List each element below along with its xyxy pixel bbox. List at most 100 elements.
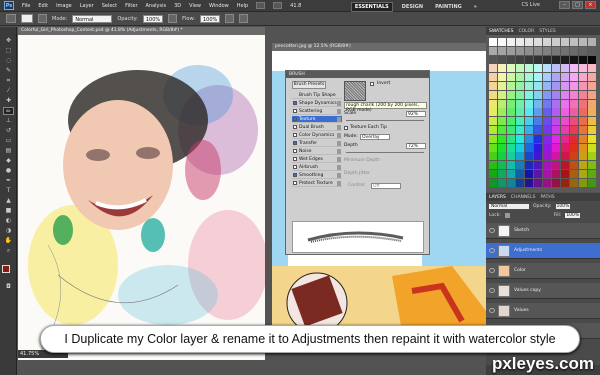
color-swatch[interactable] bbox=[507, 178, 515, 187]
foreground-color-swatch[interactable] bbox=[2, 265, 10, 273]
color-swatch[interactable] bbox=[489, 134, 497, 143]
tab-styles[interactable]: STYLES bbox=[539, 29, 556, 34]
color-swatch[interactable] bbox=[498, 126, 506, 134]
color-swatch[interactable] bbox=[579, 152, 587, 161]
color-swatch[interactable] bbox=[588, 73, 596, 82]
blend-mode-select[interactable]: Normal bbox=[489, 204, 529, 209]
texture-each-tip-checkbox[interactable] bbox=[344, 126, 348, 130]
brush-option-checkbox[interactable] bbox=[293, 125, 297, 129]
color-swatch[interactable] bbox=[579, 55, 587, 64]
color-swatch[interactable] bbox=[570, 38, 578, 46]
color-swatch[interactable] bbox=[516, 134, 524, 143]
color-swatch[interactable] bbox=[579, 46, 587, 55]
lasso-tool-icon[interactable]: ◌ bbox=[3, 57, 14, 65]
color-swatch[interactable] bbox=[588, 152, 596, 161]
type-tool-icon[interactable]: T bbox=[3, 187, 14, 195]
workspace-design[interactable]: DESIGN bbox=[399, 3, 426, 11]
visibility-eye-icon[interactable] bbox=[489, 268, 495, 273]
pressure-size-icon[interactable] bbox=[239, 14, 249, 23]
color-swatch[interactable] bbox=[543, 73, 551, 82]
color-swatch[interactable] bbox=[507, 161, 515, 170]
color-swatch[interactable] bbox=[489, 152, 497, 161]
color-swatch[interactable] bbox=[507, 82, 515, 90]
color-swatch[interactable] bbox=[525, 108, 533, 117]
color-swatch[interactable] bbox=[525, 46, 533, 55]
history-brush-tool-icon[interactable]: ↺ bbox=[3, 127, 14, 135]
color-swatch[interactable] bbox=[516, 178, 524, 187]
color-swatch[interactable] bbox=[570, 134, 578, 143]
color-swatch[interactable] bbox=[570, 143, 578, 152]
color-swatch[interactable] bbox=[489, 38, 497, 46]
bridge-icon[interactable] bbox=[256, 2, 266, 9]
fill-field[interactable]: 100% bbox=[565, 213, 581, 218]
brush-size-picker[interactable] bbox=[21, 14, 33, 23]
color-swatch[interactable] bbox=[561, 90, 569, 99]
color-swatch[interactable] bbox=[579, 117, 587, 126]
color-swatch[interactable] bbox=[498, 99, 506, 108]
brush-option-noise[interactable]: Noise bbox=[292, 148, 342, 155]
layer-row-adjustments[interactable]: Adjustments bbox=[486, 243, 600, 259]
color-swatch[interactable] bbox=[525, 64, 533, 73]
menu-image[interactable]: Image bbox=[56, 3, 72, 9]
marquee-tool-icon[interactable]: ⬚ bbox=[3, 47, 14, 55]
path-select-tool-icon[interactable]: ▲ bbox=[3, 197, 14, 205]
crop-tool-icon[interactable]: ⌗ bbox=[3, 77, 14, 85]
color-swatch[interactable] bbox=[516, 55, 524, 64]
menu-layer[interactable]: Layer bbox=[80, 3, 94, 9]
color-swatch[interactable] bbox=[507, 99, 515, 108]
color-swatch[interactable] bbox=[498, 64, 506, 73]
color-swatch[interactable] bbox=[489, 55, 497, 64]
color-swatch[interactable] bbox=[579, 178, 587, 187]
color-swatch[interactable] bbox=[489, 126, 497, 134]
color-swatch[interactable] bbox=[543, 161, 551, 170]
color-swatch[interactable] bbox=[534, 143, 542, 152]
visibility-eye-icon[interactable] bbox=[489, 248, 495, 253]
color-swatch[interactable] bbox=[534, 73, 542, 82]
opacity-field[interactable]: 100% bbox=[142, 14, 164, 23]
color-swatch[interactable] bbox=[534, 90, 542, 99]
color-swatch[interactable] bbox=[543, 152, 551, 161]
color-swatch[interactable] bbox=[498, 178, 506, 187]
minibridge-icon[interactable] bbox=[273, 2, 283, 9]
brush-option-checkbox[interactable] bbox=[293, 157, 297, 161]
lock-icon[interactable] bbox=[337, 133, 341, 138]
color-swatch[interactable] bbox=[561, 38, 569, 46]
color-swatch[interactable] bbox=[579, 170, 587, 178]
color-swatch[interactable] bbox=[516, 38, 524, 46]
color-swatch[interactable] bbox=[543, 117, 551, 126]
color-swatch[interactable] bbox=[579, 38, 587, 46]
mode-select[interactable]: Normal bbox=[72, 14, 113, 23]
color-swatch[interactable] bbox=[489, 108, 497, 117]
brush-option-checkbox[interactable] bbox=[293, 165, 297, 169]
blur-tool-icon[interactable]: ◆ bbox=[3, 157, 14, 165]
color-swatch[interactable] bbox=[579, 64, 587, 73]
brush-tool-icon[interactable]: ✏ bbox=[3, 107, 14, 115]
color-swatch[interactable] bbox=[489, 82, 497, 90]
color-swatch[interactable] bbox=[498, 161, 506, 170]
color-swatch[interactable] bbox=[534, 126, 542, 134]
zoom-level[interactable]: 41.8 bbox=[290, 3, 301, 9]
more-workspaces[interactable]: » bbox=[471, 3, 480, 11]
brush-presets-button[interactable]: Brush Presets bbox=[292, 81, 326, 89]
pen-tool-icon[interactable]: ✒ bbox=[3, 177, 14, 185]
brush-tool-preset-icon[interactable] bbox=[6, 14, 16, 23]
eyedropper-tool-icon[interactable]: ⁄ bbox=[3, 87, 14, 95]
color-swatch[interactable] bbox=[579, 99, 587, 108]
depth-slider[interactable] bbox=[346, 152, 424, 153]
brush-option-dual-brush[interactable]: Dual Brush bbox=[292, 124, 342, 131]
color-swatch[interactable] bbox=[516, 82, 524, 90]
color-swatch[interactable] bbox=[579, 82, 587, 90]
color-swatch[interactable] bbox=[561, 99, 569, 108]
color-swatch[interactable] bbox=[552, 143, 560, 152]
color-swatch[interactable] bbox=[543, 55, 551, 64]
color-swatch[interactable] bbox=[507, 64, 515, 73]
color-swatch[interactable] bbox=[543, 143, 551, 152]
color-swatch[interactable] bbox=[525, 99, 533, 108]
color-swatch[interactable] bbox=[489, 99, 497, 108]
shape-tool-icon[interactable]: ■ bbox=[3, 207, 14, 215]
color-swatch[interactable] bbox=[498, 55, 506, 64]
color-swatch[interactable] bbox=[552, 99, 560, 108]
color-swatch[interactable] bbox=[525, 143, 533, 152]
color-swatch[interactable] bbox=[552, 161, 560, 170]
pressure-opacity-icon[interactable] bbox=[168, 14, 178, 23]
